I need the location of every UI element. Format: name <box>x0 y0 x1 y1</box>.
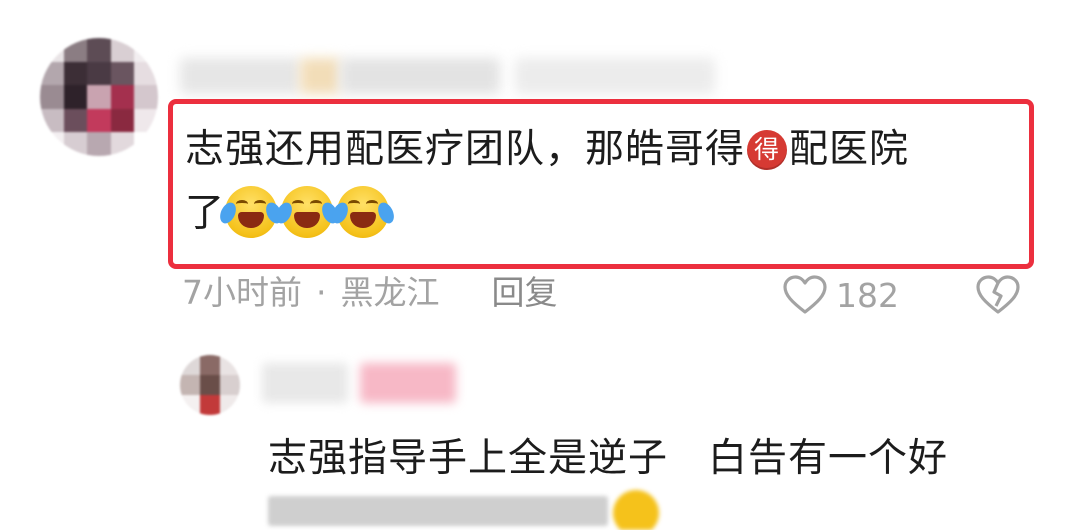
replier-name-obscured-2 <box>360 363 456 403</box>
commenter-name-obscured-4 <box>515 58 715 94</box>
comment-location: 黑龙江 <box>340 273 440 312</box>
comment-body: 志强还用配医疗团队，那皓哥得得配医院 了 <box>185 118 1025 246</box>
comment-time: 7小时前 <box>182 273 302 312</box>
replier-avatar[interactable] <box>180 355 240 415</box>
de-sticker-icon: 得 <box>747 130 788 170</box>
comment-text-line1: 志强还用配医疗团队，那皓哥得 <box>185 127 746 172</box>
replier-name-obscured[interactable] <box>262 363 348 403</box>
broken-heart-icon[interactable] <box>974 274 1022 316</box>
comment-meta: 7小时前 · 黑龙江 回复 <box>182 268 558 318</box>
comment-text-line2: 了 <box>185 191 226 236</box>
commenter-avatar[interactable] <box>40 38 158 156</box>
comment-text-line1-end: 配医院 <box>789 127 910 172</box>
laughing-crying-emoji-icon <box>273 186 342 238</box>
highlight-frame: 志强还用配医疗团队，那皓哥得得配医院 了 <box>168 99 1034 269</box>
heart-icon[interactable] <box>782 274 828 316</box>
laughing-crying-emoji-icon <box>217 186 286 238</box>
commenter-name-obscured-3 <box>340 58 500 94</box>
reply-body-line2-cutoff <box>268 490 668 530</box>
like-button[interactable]: 182 <box>782 270 899 320</box>
reply-button[interactable]: 回复 <box>492 268 558 318</box>
like-count: 182 <box>836 275 899 315</box>
commenter-name-obscured-2 <box>300 58 340 94</box>
commenter-name-obscured[interactable] <box>180 58 300 94</box>
reply-body: 志强指导手上全是逆子 白告有一个好 <box>268 436 949 481</box>
meta-separator: · <box>316 273 327 312</box>
laughing-crying-emoji-icon <box>329 186 398 238</box>
